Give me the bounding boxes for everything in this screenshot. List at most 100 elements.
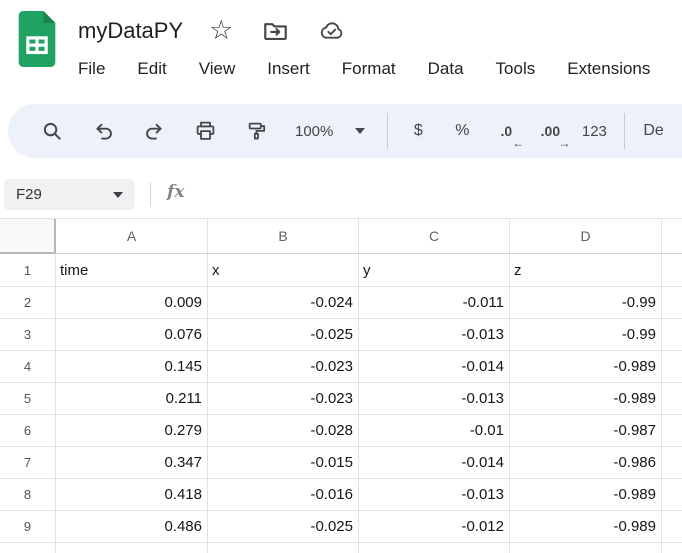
cell-A10[interactable]: 0.552 <box>56 543 208 553</box>
chevron-down-icon <box>355 128 365 134</box>
cell-C8[interactable]: -0.013 <box>359 479 510 511</box>
search-button[interactable] <box>32 111 72 151</box>
formula-input[interactable] <box>200 180 678 208</box>
cell-partial-6[interactable] <box>662 415 682 447</box>
cell-partial-4[interactable] <box>662 351 682 383</box>
cell-B4[interactable]: -0.023 <box>208 351 359 383</box>
row-header-6[interactable]: 6 <box>0 415 56 447</box>
paint-format-button[interactable] <box>236 111 276 151</box>
cell-A5[interactable]: 0.211 <box>56 383 208 415</box>
cell-C10[interactable]: -0.012 <box>359 543 510 553</box>
cell-A1[interactable]: time <box>56 254 208 287</box>
row-header-10[interactable]: 10 <box>0 543 56 553</box>
cell-C4[interactable]: -0.014 <box>359 351 510 383</box>
more-formats-button[interactable]: 123 <box>572 111 616 151</box>
cell-A2[interactable]: 0.009 <box>56 287 208 319</box>
row-header-4[interactable]: 4 <box>0 351 56 383</box>
cell-B10[interactable]: -0.02 <box>208 543 359 553</box>
format-currency-button[interactable]: $ <box>396 111 440 151</box>
increase-decimal-button[interactable]: .00 → <box>528 111 572 151</box>
cell-A7[interactable]: 0.347 <box>56 447 208 479</box>
cell-B6[interactable]: -0.028 <box>208 415 359 447</box>
cell-B8[interactable]: -0.016 <box>208 479 359 511</box>
cell-B5[interactable]: -0.023 <box>208 383 359 415</box>
cell-D6[interactable]: -0.987 <box>510 415 662 447</box>
cell-D9[interactable]: -0.989 <box>510 511 662 543</box>
cell-partial-1[interactable] <box>662 254 682 287</box>
cell-D5[interactable]: -0.989 <box>510 383 662 415</box>
cell-D1[interactable]: z <box>510 254 662 287</box>
menu-tools[interactable]: Tools <box>480 54 552 84</box>
cell-C9[interactable]: -0.012 <box>359 511 510 543</box>
cell-C6[interactable]: -0.01 <box>359 415 510 447</box>
cloud-saved-icon[interactable] <box>318 21 345 41</box>
document-title[interactable]: myDataPY <box>78 18 183 44</box>
increase-decimal-icon: .00 <box>541 123 560 139</box>
format-percent-button[interactable]: % <box>440 111 484 151</box>
cell-C1[interactable]: y <box>359 254 510 287</box>
column-header-C[interactable]: C <box>359 219 510 254</box>
row-header-5[interactable]: 5 <box>0 383 56 415</box>
column-header-D[interactable]: D <box>510 219 662 254</box>
column-header-partial[interactable] <box>662 219 682 254</box>
google-sheets-logo[interactable] <box>14 11 60 67</box>
number-format-icon: 123 <box>582 123 607 140</box>
cell-B9[interactable]: -0.025 <box>208 511 359 543</box>
redo-button[interactable] <box>134 111 174 151</box>
cell-partial-7[interactable] <box>662 447 682 479</box>
cell-partial-5[interactable] <box>662 383 682 415</box>
formula-bar: F29 fx <box>0 172 682 218</box>
zoom-dropdown[interactable]: 100% <box>295 123 365 140</box>
cell-partial-8[interactable] <box>662 479 682 511</box>
cell-C5[interactable]: -0.013 <box>359 383 510 415</box>
cell-D8[interactable]: -0.989 <box>510 479 662 511</box>
move-to-folder-icon[interactable] <box>263 21 288 41</box>
row-header-7[interactable]: 7 <box>0 447 56 479</box>
cell-D7[interactable]: -0.986 <box>510 447 662 479</box>
cell-partial-10[interactable] <box>662 543 682 553</box>
cell-C3[interactable]: -0.013 <box>359 319 510 351</box>
menu-data[interactable]: Data <box>412 54 480 84</box>
cell-D2[interactable]: -0.99 <box>510 287 662 319</box>
cell-partial-3[interactable] <box>662 319 682 351</box>
column-header-A[interactable]: A <box>56 219 208 254</box>
font-dropdown[interactable]: De <box>643 122 663 140</box>
cell-A6[interactable]: 0.279 <box>56 415 208 447</box>
column-header-B[interactable]: B <box>208 219 359 254</box>
menu-insert[interactable]: Insert <box>251 54 326 84</box>
menu-format[interactable]: Format <box>326 54 412 84</box>
row-header-2[interactable]: 2 <box>0 287 56 319</box>
cell-B7[interactable]: -0.015 <box>208 447 359 479</box>
cell-A4[interactable]: 0.145 <box>56 351 208 383</box>
row-header-9[interactable]: 9 <box>0 511 56 543</box>
menu-bar: FileEditViewInsertFormatDataToolsExtensi… <box>62 54 666 84</box>
cell-B2[interactable]: -0.024 <box>208 287 359 319</box>
menu-edit[interactable]: Edit <box>121 54 182 84</box>
undo-icon <box>93 122 114 141</box>
menu-extensions[interactable]: Extensions <box>551 54 666 84</box>
cell-D3[interactable]: -0.99 <box>510 319 662 351</box>
row-header-3[interactable]: 3 <box>0 319 56 351</box>
print-button[interactable] <box>185 111 225 151</box>
cell-partial-2[interactable] <box>662 287 682 319</box>
row-header-1[interactable]: 1 <box>0 254 56 287</box>
cell-C7[interactable]: -0.014 <box>359 447 510 479</box>
row-header-8[interactable]: 8 <box>0 479 56 511</box>
menu-file[interactable]: File <box>62 54 121 84</box>
cell-D10[interactable]: -0.99 <box>510 543 662 553</box>
name-box[interactable]: F29 <box>4 179 135 210</box>
cell-A8[interactable]: 0.418 <box>56 479 208 511</box>
paint-format-icon <box>246 121 267 141</box>
cell-B1[interactable]: x <box>208 254 359 287</box>
cell-A3[interactable]: 0.076 <box>56 319 208 351</box>
star-icon[interactable]: ☆ <box>209 17 233 44</box>
cell-C2[interactable]: -0.011 <box>359 287 510 319</box>
decrease-decimal-button[interactable]: .0 ← <box>484 111 528 151</box>
cell-partial-9[interactable] <box>662 511 682 543</box>
menu-view[interactable]: View <box>183 54 252 84</box>
select-all-corner[interactable] <box>0 219 56 254</box>
cell-D4[interactable]: -0.989 <box>510 351 662 383</box>
cell-A9[interactable]: 0.486 <box>56 511 208 543</box>
undo-button[interactable] <box>83 111 123 151</box>
cell-B3[interactable]: -0.025 <box>208 319 359 351</box>
